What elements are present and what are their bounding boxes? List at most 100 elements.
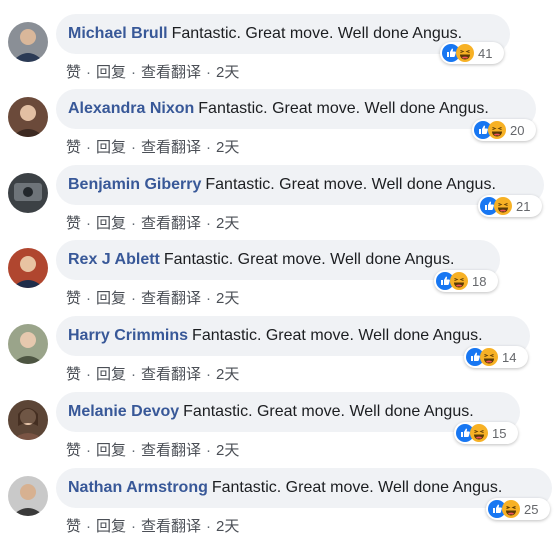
separator: · (131, 215, 137, 232)
reaction-count: 20 (510, 122, 525, 138)
see-translation-action[interactable]: 查看翻译 (141, 365, 201, 385)
see-translation-action[interactable]: 查看翻译 (141, 441, 201, 461)
avatar[interactable] (8, 22, 48, 62)
comment-author[interactable]: Michael Brull (68, 25, 168, 42)
comment-bubble: Melanie Devoy Fantastic. Great move. Well… (56, 392, 520, 432)
separator: · (206, 139, 212, 156)
reaction-summary[interactable]: 18 (434, 270, 498, 292)
separator: · (131, 518, 137, 535)
reaction-count: 18 (472, 273, 487, 289)
separator: · (131, 442, 137, 459)
reply-action[interactable]: 回复 (96, 214, 126, 234)
see-translation-action[interactable]: 查看翻译 (141, 63, 201, 83)
separator: · (86, 215, 92, 232)
comment-bubble: Nathan Armstrong Fantastic. Great move. W… (56, 468, 552, 508)
comment-item: Rex J Ablett Fantastic. Great move. Well … (0, 240, 554, 316)
comment-author[interactable]: Benjamin Giberry (68, 176, 201, 193)
reply-action[interactable]: 回复 (96, 441, 126, 461)
separator: · (131, 139, 137, 156)
comment-author[interactable]: Alexandra Nixon (68, 100, 194, 117)
comment-text: Fantastic. Great move. Well done Angus. (183, 403, 474, 420)
haha-icon (494, 197, 512, 215)
reaction-summary[interactable]: 14 (464, 346, 528, 368)
separator: · (131, 64, 137, 81)
comment-author[interactable]: Harry Crimmins (68, 327, 188, 344)
comment-text: Fantastic. Great move. Well done Angus. (198, 100, 489, 117)
reaction-summary[interactable]: 15 (454, 422, 518, 444)
reply-action[interactable]: 回复 (96, 63, 126, 83)
like-action[interactable]: 赞 (66, 517, 81, 537)
separator: · (206, 518, 212, 535)
comment-item: Alexandra Nixon Fantastic. Great move. We… (0, 89, 554, 165)
comment-item: Benjamin Giberry Fantastic. Great move. W… (0, 165, 554, 241)
comment-author[interactable]: Melanie Devoy (68, 403, 179, 420)
reaction-count: 41 (478, 45, 493, 61)
comment-item: Harry Crimmins Fantastic. Great move. Wel… (0, 316, 554, 392)
separator: · (206, 215, 212, 232)
comment-bubble: Alexandra Nixon Fantastic. Great move. We… (56, 89, 536, 129)
timestamp[interactable]: 2天 (216, 517, 239, 537)
separator: · (86, 64, 92, 81)
like-action[interactable]: 赞 (66, 214, 81, 234)
timestamp[interactable]: 2天 (216, 365, 239, 385)
reaction-summary[interactable]: 41 (440, 42, 504, 64)
comment-item: Melanie Devoy Fantastic. Great move. Well… (0, 392, 554, 468)
reaction-summary[interactable]: 25 (486, 498, 550, 520)
like-action[interactable]: 赞 (66, 138, 81, 158)
reply-action[interactable]: 回复 (96, 289, 126, 309)
comment-text: Fantastic. Great move. Well done Angus. (163, 251, 455, 268)
haha-icon (450, 272, 468, 290)
comment-text: Fantastic. Great move. Well done Angus. (171, 25, 463, 42)
timestamp[interactable]: 2天 (216, 63, 239, 83)
like-action[interactable]: 赞 (66, 63, 81, 83)
comment-text: Fantastic. Great move. Well done Angus. (211, 479, 503, 496)
comment-author[interactable]: Rex J Ablett (68, 251, 160, 268)
separator: · (86, 518, 92, 535)
comment-item: Michael Brull Fantastic. Great move. Well… (0, 14, 554, 90)
see-translation-action[interactable]: 查看翻译 (141, 289, 201, 309)
see-translation-action[interactable]: 查看翻译 (141, 517, 201, 537)
timestamp[interactable]: 2天 (216, 441, 239, 461)
like-action[interactable]: 赞 (66, 441, 81, 461)
reply-action[interactable]: 回复 (96, 365, 126, 385)
reaction-count: 21 (516, 198, 531, 214)
reply-action[interactable]: 回复 (96, 138, 126, 158)
reaction-count: 15 (492, 425, 507, 441)
reply-action[interactable]: 回复 (96, 517, 126, 537)
comment-actions: 赞 · 回复 · 查看翻译 · 2天 (66, 517, 239, 537)
timestamp[interactable]: 2天 (216, 214, 239, 234)
like-action[interactable]: 赞 (66, 365, 81, 385)
haha-icon (488, 121, 506, 139)
comment-text: Fantastic. Great move. Well done Angus. (205, 176, 496, 193)
separator: · (86, 366, 92, 383)
avatar[interactable] (8, 97, 48, 137)
separator: · (206, 366, 212, 383)
reaction-summary[interactable]: 20 (472, 119, 536, 141)
avatar[interactable] (8, 248, 48, 288)
comment-actions: 赞 · 回复 · 查看翻译 · 2天 (66, 289, 239, 309)
comment-actions: 赞 · 回复 · 查看翻译 · 2天 (66, 365, 239, 385)
separator: · (131, 366, 137, 383)
comment-actions: 赞 · 回复 · 查看翻译 · 2天 (66, 441, 239, 461)
comment-bubble: Rex J Ablett Fantastic. Great move. Well … (56, 240, 500, 280)
reaction-summary[interactable]: 21 (478, 195, 542, 217)
like-action[interactable]: 赞 (66, 289, 81, 309)
haha-icon (480, 348, 498, 366)
timestamp[interactable]: 2天 (216, 138, 239, 158)
separator: · (86, 139, 92, 156)
avatar[interactable] (8, 173, 48, 213)
avatar[interactable] (8, 400, 48, 440)
separator: · (86, 290, 92, 307)
avatar[interactable] (8, 324, 48, 364)
separator: · (131, 290, 137, 307)
timestamp[interactable]: 2天 (216, 289, 239, 309)
see-translation-action[interactable]: 查看翻译 (141, 214, 201, 234)
reaction-count: 14 (502, 349, 517, 365)
separator: · (206, 64, 212, 81)
separator: · (206, 442, 212, 459)
avatar[interactable] (8, 476, 48, 516)
see-translation-action[interactable]: 查看翻译 (141, 138, 201, 158)
comment-author[interactable]: Nathan Armstrong (68, 479, 208, 496)
comment-list: Michael Brull Fantastic. Great move. Well… (0, 0, 554, 535)
comment-item: Nathan Armstrong Fantastic. Great move. W… (0, 468, 554, 544)
